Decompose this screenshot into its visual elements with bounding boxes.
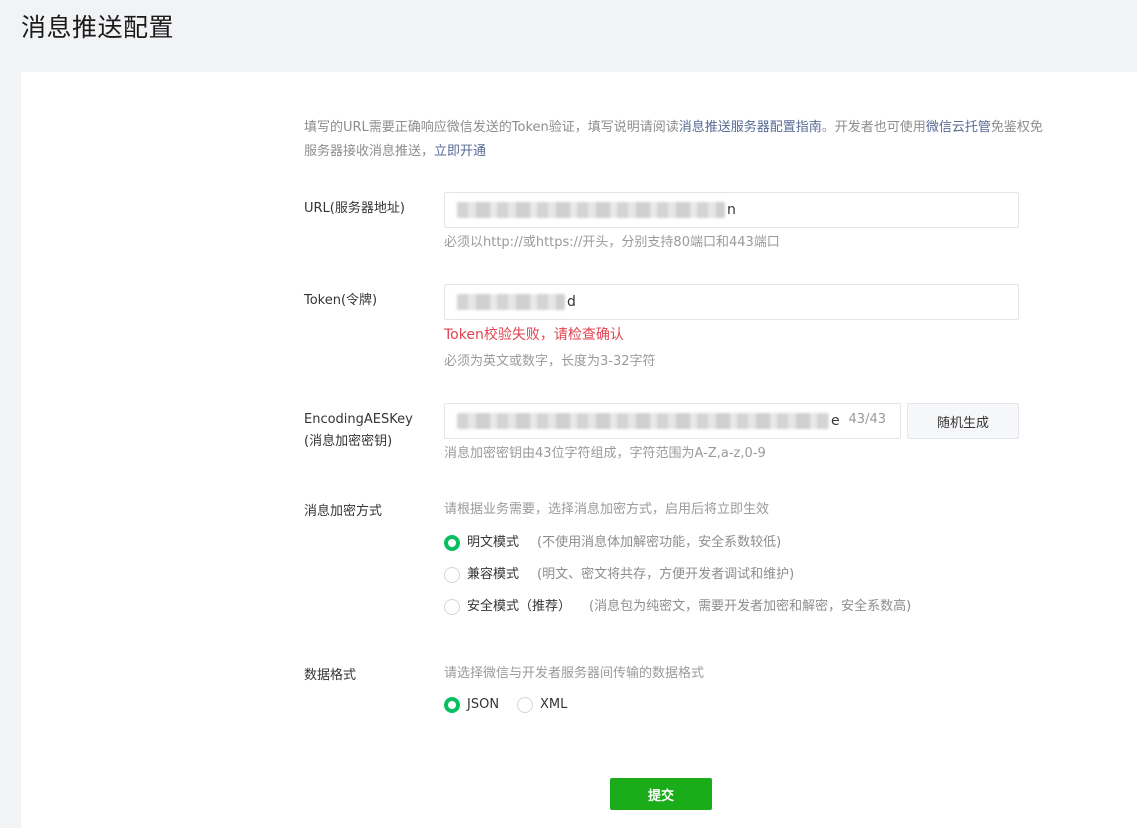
radio-icon	[517, 697, 533, 713]
aes-label: EncodingAESKey (消息加密密钥)	[304, 412, 413, 449]
token-hint: 必须为英文或数字，长度为3-32字符	[444, 354, 656, 369]
random-generate-button[interactable]: 随机生成	[907, 403, 1019, 439]
submit-button[interactable]: 提交	[610, 778, 712, 810]
url-label: URL(服务器地址)	[304, 201, 405, 216]
encryption-hint: 请根据业务需要，选择消息加密方式，启用后将立即生效	[444, 502, 770, 517]
intro-text: 填写的URL需要正确响应微信发送的Token验证，填写说明请阅读消息推送服务器配…	[304, 120, 1043, 159]
radio-icon	[444, 697, 460, 713]
redacted-value	[457, 202, 725, 218]
cloud-hosting-link[interactable]: 微信云托管	[926, 120, 991, 135]
url-hint: 必须以http://或https://开头，分别支持80端口和443端口	[444, 235, 780, 250]
open-now-link[interactable]: 立即开通	[434, 144, 486, 159]
redacted-value	[457, 294, 565, 310]
redacted-value	[457, 413, 829, 429]
format-label: 数据格式	[304, 668, 357, 683]
radio-icon	[444, 567, 460, 583]
radio-json[interactable]: JSON	[444, 695, 499, 715]
char-counter: 43/43	[848, 412, 886, 427]
radio-plaintext-mode[interactable]: 明文模式 (不使用消息体加解密功能，安全系数较低)	[444, 533, 781, 553]
token-input[interactable]: d	[444, 284, 1019, 320]
token-error: Token校验失败，请检查确认	[444, 327, 624, 343]
radio-compatible-mode[interactable]: 兼容模式 (明文、密文将共存，方便开发者调试和维护)	[444, 565, 794, 585]
config-card: 填写的URL需要正确响应微信发送的Token验证，填写说明请阅读消息推送服务器配…	[21, 72, 1137, 828]
url-input[interactable]: n	[444, 192, 1019, 228]
radio-secure-mode[interactable]: 安全模式（推荐） (消息包为纯密文，需要开发者加密和解密，安全系数高)	[444, 597, 911, 617]
page-title: 消息推送配置	[21, 13, 175, 42]
encryption-label: 消息加密方式	[304, 504, 383, 519]
aes-key-input[interactable]: e 43/43	[444, 403, 901, 439]
format-hint: 请选择微信与开发者服务器间传输的数据格式	[444, 666, 705, 681]
radio-xml[interactable]: XML	[517, 695, 567, 715]
guide-link[interactable]: 消息推送服务器配置指南	[679, 120, 822, 135]
radio-icon	[444, 599, 460, 615]
token-label: Token(令牌)	[304, 293, 378, 308]
aes-hint: 消息加密密钥由43位字符组成，字符范围为A-Z,a-z,0-9	[444, 446, 766, 461]
radio-icon	[444, 535, 460, 551]
